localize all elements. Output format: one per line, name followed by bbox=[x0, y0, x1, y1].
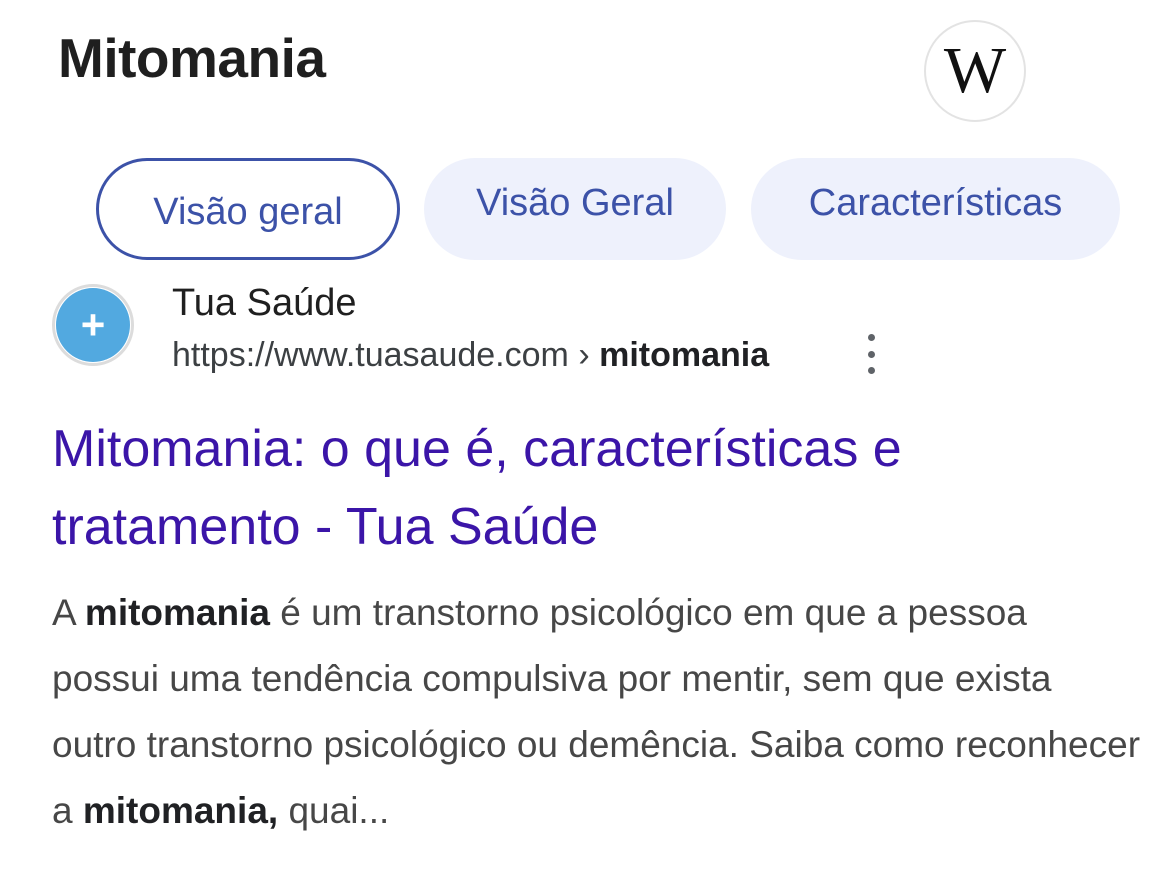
snippet-text: A bbox=[52, 592, 85, 633]
wikipedia-icon[interactable]: W bbox=[924, 20, 1026, 122]
snippet-text: quai... bbox=[278, 790, 390, 831]
result-snippet: A mitomania é um transtorno psicológico … bbox=[52, 580, 1142, 844]
more-vert-icon[interactable] bbox=[856, 334, 886, 374]
url-domain: https://www.tuasaude.com bbox=[172, 336, 569, 374]
chip-visao-geral-active[interactable]: Visão geral bbox=[96, 158, 400, 260]
plus-icon: + bbox=[56, 288, 130, 362]
chip-caracteristicas[interactable]: Características bbox=[751, 158, 1120, 260]
wikipedia-logo-letter: W bbox=[943, 34, 1007, 107]
snippet-highlight: mitomania bbox=[84, 592, 270, 633]
page-title: Mitomania bbox=[58, 27, 326, 89]
site-name[interactable]: Tua Saúde bbox=[172, 282, 357, 325]
url-separator: › bbox=[578, 336, 590, 374]
chip-visao-geral[interactable]: Visão Geral bbox=[424, 158, 726, 260]
snippet-highlight: mitomania, bbox=[82, 790, 279, 831]
site-favicon[interactable]: + bbox=[52, 284, 134, 366]
site-url[interactable]: https://www.tuasaude.com › mitomania bbox=[172, 336, 769, 375]
url-path: mitomania bbox=[599, 336, 770, 374]
result-title-link[interactable]: Mitomania: o que é, características e tr… bbox=[52, 410, 1132, 566]
